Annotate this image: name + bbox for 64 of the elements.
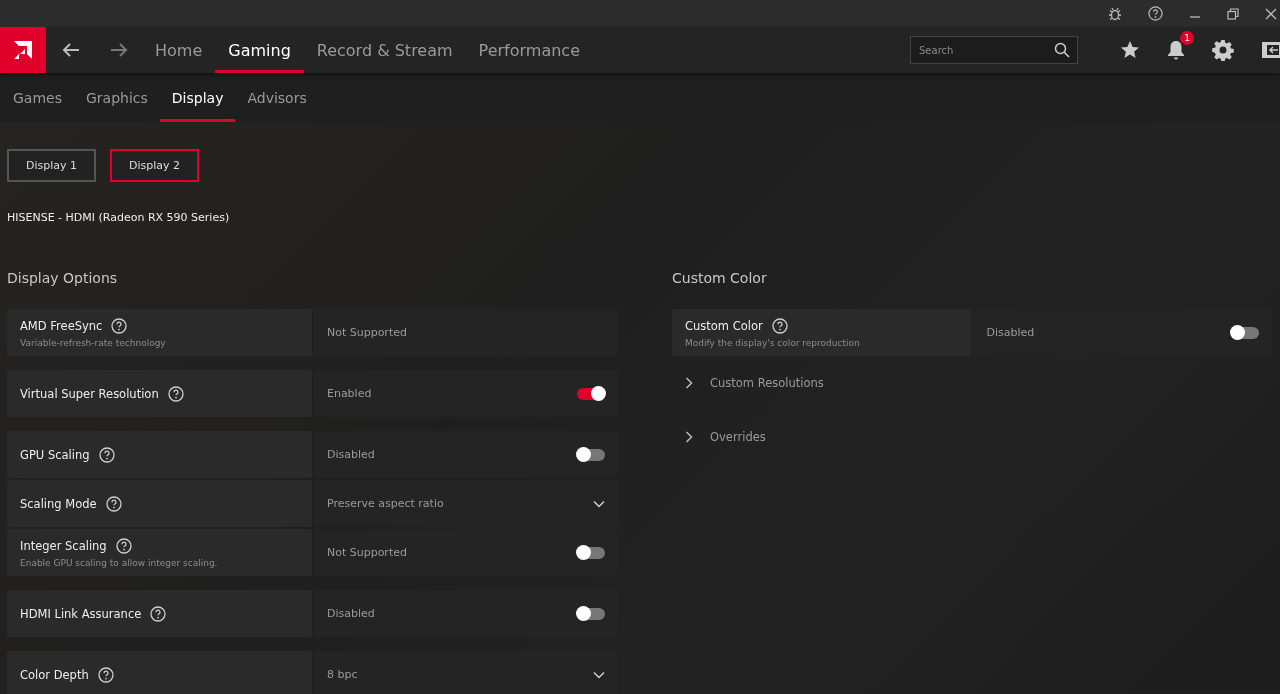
- nav-tab[interactable]: Performance: [465, 27, 593, 73]
- toggle-switch[interactable]: [577, 387, 605, 400]
- search-field[interactable]: Search: [910, 36, 1078, 64]
- setting-description: Variable-refresh-rate technology: [20, 337, 167, 348]
- toggle-switch[interactable]: [1231, 326, 1259, 339]
- back-arrow-icon[interactable]: [62, 42, 80, 58]
- setting-name: HDMI Link Assurance: [20, 606, 142, 621]
- toggle-switch[interactable]: [577, 448, 605, 461]
- chevron-down-icon[interactable]: [593, 499, 605, 508]
- forward-arrow-icon[interactable]: [110, 42, 128, 58]
- chevron-right-icon: [685, 431, 693, 443]
- nav-tab[interactable]: Home: [142, 27, 216, 73]
- help-icon[interactable]: [771, 317, 788, 334]
- toggle-switch[interactable]: [577, 546, 605, 559]
- bell-icon[interactable]: [1166, 39, 1186, 61]
- setting-value: Not Supported: [326, 326, 407, 339]
- setting-name: GPU Scaling: [20, 447, 90, 462]
- help-icon[interactable]: [150, 605, 167, 622]
- search-icon[interactable]: [1054, 42, 1070, 58]
- sub-tab[interactable]: Graphics: [74, 73, 160, 122]
- restore-icon[interactable]: [1227, 7, 1239, 20]
- setting-name: Color Depth: [20, 667, 89, 682]
- setting-value: Not Supported: [326, 546, 407, 559]
- setting-name: Virtual Super Resolution: [20, 386, 159, 401]
- help-icon[interactable]: [105, 495, 122, 512]
- help-icon[interactable]: [98, 446, 115, 463]
- setting-name: Integer Scaling: [20, 538, 107, 553]
- setting-value: 8 bpc: [326, 668, 358, 681]
- settings-icon[interactable]: [1212, 39, 1234, 61]
- setting-name: Custom Color: [685, 318, 763, 333]
- sidebar-toggle-icon[interactable]: [1262, 41, 1280, 59]
- display-button[interactable]: Display 1: [7, 149, 96, 182]
- nav-tab[interactable]: Record & Stream: [303, 27, 466, 73]
- setting-name: Scaling Mode: [20, 496, 97, 511]
- setting-description: Enable GPU scaling to allow integer scaling.: [20, 557, 219, 568]
- section-title: Display Options: [7, 270, 119, 286]
- display-button[interactable]: Display 2: [110, 149, 199, 182]
- sub-tab[interactable]: Games: [1, 73, 74, 122]
- setting-value: Disabled: [326, 607, 375, 620]
- close-icon[interactable]: [1265, 7, 1277, 20]
- setting-description: Modify the display's color reproduction: [685, 337, 861, 348]
- setting-value: Preserve aspect ratio: [326, 497, 444, 510]
- help-icon[interactable]: [97, 666, 114, 683]
- expander-row[interactable]: Custom Resolutions: [672, 356, 1272, 410]
- help-icon[interactable]: [115, 537, 132, 554]
- app-logo[interactable]: [0, 27, 46, 73]
- expander-row[interactable]: Overrides: [672, 410, 1272, 464]
- section-title: Custom Color: [672, 270, 768, 286]
- device-name: HISENSE - HDMI (Radeon RX 590 Series): [7, 211, 231, 224]
- help-icon[interactable]: [167, 385, 184, 402]
- chevron-right-icon: [685, 377, 693, 389]
- sub-tab[interactable]: Advisors: [235, 73, 319, 122]
- setting-value: Enabled: [326, 387, 372, 400]
- help-icon[interactable]: [111, 317, 128, 334]
- help-icon[interactable]: [1148, 6, 1163, 21]
- toggle-switch[interactable]: [577, 607, 605, 620]
- bug-icon[interactable]: [1108, 6, 1122, 21]
- setting-value: Disabled: [986, 326, 1035, 339]
- chevron-down-icon[interactable]: [593, 670, 605, 679]
- setting-value: Disabled: [326, 448, 375, 461]
- setting-name: AMD FreeSync: [20, 318, 103, 333]
- logo-icon: [12, 39, 34, 61]
- star-icon[interactable]: [1120, 40, 1140, 60]
- notification-badge: 1: [1180, 31, 1194, 45]
